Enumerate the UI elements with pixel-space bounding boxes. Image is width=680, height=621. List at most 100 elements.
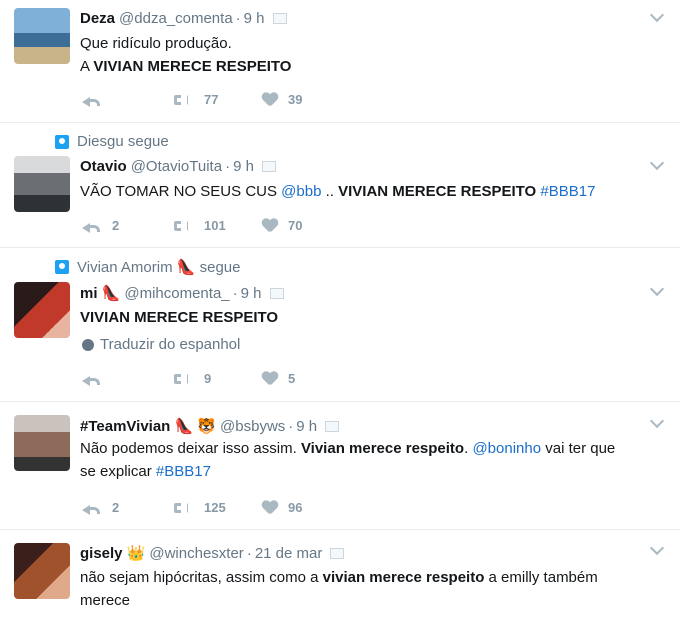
like-button[interactable]: 96 — [262, 500, 352, 515]
translate-link[interactable]: Traduzir do espanhol — [82, 336, 240, 353]
reply-icon — [82, 94, 102, 107]
mention-link[interactable]: @bbb — [281, 183, 321, 200]
retweet-count: 125 — [204, 500, 226, 515]
avatar[interactable] — [14, 543, 70, 599]
user-follow-icon — [55, 134, 69, 149]
tweet-text: Que ridículo produção. A VIVIAN MERECE R… — [80, 32, 670, 78]
tweet-line: Que ridículo produção. — [80, 35, 232, 52]
reply-count: 2 — [112, 218, 120, 233]
retweet-button[interactable]: 77 — [172, 92, 262, 107]
tweet-time[interactable]: 21 de mar — [255, 545, 323, 562]
user-handle[interactable]: @bsbyws — [220, 418, 285, 435]
avatar[interactable] — [14, 415, 70, 471]
tweet-text: não sejam hipócritas, assim como a vivia… — [80, 566, 670, 612]
media-icon — [330, 547, 345, 559]
heart-icon — [262, 93, 278, 107]
tweet[interactable]: Deza @ddza_comenta · 9 h Que ridículo pr… — [0, 0, 680, 123]
tweet-text-part: vai ter que — [541, 440, 616, 457]
bold-text: Vivian merece respeito — [300, 440, 465, 457]
tweet[interactable]: #TeamVivian 👠 🐯 @bsbyws · 9 h Não podemo… — [0, 402, 680, 530]
avatar[interactable] — [14, 282, 70, 338]
user-name[interactable]: Deza — [80, 10, 115, 27]
reply-button[interactable]: 2 — [82, 218, 172, 233]
tweet-line: Não podemos deixar isso assim. Vivian me… — [80, 437, 670, 460]
chevron-down-icon[interactable] — [649, 281, 665, 297]
retweet-icon — [172, 92, 194, 107]
retweet-icon — [172, 500, 194, 515]
retweet-button[interactable]: 101 — [172, 218, 262, 233]
tweet[interactable]: Vivian Amorim 👠 segue mi 👠 @mihcomenta_ … — [0, 248, 680, 402]
media-icon — [261, 161, 276, 172]
reply-icon — [82, 373, 102, 386]
tweet-text-part: VÃO TOMAR NO SEUS CUS — [80, 183, 282, 200]
avatar[interactable] — [14, 156, 70, 212]
separator-dot: · — [232, 284, 238, 302]
like-button[interactable]: 5 — [262, 371, 352, 386]
like-count: 96 — [288, 500, 303, 515]
tweet-text: VIVIAN MERECE RESPEITO — [80, 306, 670, 329]
tweet[interactable]: gisely 👑 @winchesxter · 21 de mar não se… — [0, 530, 680, 621]
tweet-text-part: não sejam hipócritas, assim como a — [80, 569, 323, 586]
bold-text: vivian merece respeito — [322, 569, 485, 586]
chevron-down-icon[interactable] — [649, 155, 665, 171]
chevron-down-icon[interactable] — [649, 413, 665, 429]
tweet-line: merece — [80, 592, 131, 609]
tweet-text-part: Não podemos deixar isso assim. — [80, 440, 301, 457]
tweet-line: A VIVIAN MERECE RESPEITO — [80, 55, 670, 78]
like-button[interactable]: 70 — [262, 218, 352, 233]
reply-button[interactable] — [82, 371, 172, 386]
tweet-text: VÃO TOMAR NO SEUS CUS @bbb .. VIVIAN MER… — [80, 180, 670, 203]
like-count: 70 — [288, 218, 303, 233]
media-icon — [269, 287, 284, 299]
reply-button[interactable] — [82, 92, 172, 107]
separator-dot: · — [235, 10, 241, 27]
translate-text[interactable]: Traduzir do espanhol — [100, 336, 240, 353]
user-handle[interactable]: @OtavioTuita — [131, 158, 222, 175]
like-count: 39 — [288, 92, 303, 107]
user-handle[interactable]: @winchesxter — [149, 545, 243, 562]
social-context: Vivian Amorim 👠 segue — [55, 258, 241, 276]
mention-link[interactable]: @boninho — [472, 440, 541, 457]
avatar[interactable] — [14, 8, 70, 64]
hashtag-link[interactable]: #BBB17 — [540, 183, 595, 200]
social-context: Diesgu segue — [55, 133, 169, 150]
tweet-time[interactable]: 9 h — [241, 285, 262, 302]
tweet[interactable]: Diesgu segue Otavio @OtavioTuita · 9 h V… — [0, 123, 680, 248]
user-handle[interactable]: @mihcomenta_ — [124, 285, 229, 302]
tweet-line: não sejam hipócritas, assim como a vivia… — [80, 566, 670, 589]
user-name[interactable]: Otavio — [80, 158, 127, 175]
reply-icon — [82, 502, 102, 515]
retweet-button[interactable]: 125 — [172, 500, 262, 515]
hashtag-link[interactable]: #BBB17 — [156, 463, 211, 480]
heart-icon — [262, 219, 278, 233]
like-button[interactable]: 39 — [262, 92, 352, 107]
separator-dot: · — [225, 158, 231, 175]
chevron-down-icon[interactable] — [649, 7, 665, 23]
user-follow-icon — [55, 260, 69, 274]
bold-text: VIVIAN MERECE RESPEITO — [338, 183, 537, 200]
tweet-time[interactable]: 9 h — [244, 10, 265, 27]
reply-button[interactable]: 2 — [82, 500, 172, 515]
tweet-time[interactable]: 9 h — [296, 418, 317, 435]
tweet-time[interactable]: 9 h — [233, 158, 254, 175]
media-icon — [272, 13, 287, 24]
user-name[interactable]: mi 👠 — [80, 284, 120, 302]
tweet-text-part: se explicar — [80, 463, 156, 480]
retweet-count: 101 — [204, 218, 226, 233]
retweet-button[interactable]: 9 — [172, 371, 262, 386]
retweet-icon — [172, 371, 194, 386]
reply-icon — [82, 220, 102, 233]
social-context-text: Vivian Amorim 👠 segue — [77, 259, 241, 276]
user-name[interactable]: #TeamVivian 👠 🐯 — [80, 417, 216, 435]
chevron-down-icon[interactable] — [649, 540, 665, 556]
retweet-icon — [172, 218, 194, 233]
media-icon — [325, 420, 340, 432]
reply-count: 2 — [112, 500, 120, 515]
bold-text: VIVIAN MERECE RESPEITO — [80, 309, 279, 326]
user-name[interactable]: gisely 👑 — [80, 544, 145, 562]
tweet-text-part: a emilly também — [484, 569, 598, 586]
heart-icon — [262, 372, 278, 386]
user-handle[interactable]: @ddza_comenta — [119, 10, 233, 27]
separator-dot: · — [246, 544, 252, 562]
tweet-text: Não podemos deixar isso assim. Vivian me… — [80, 437, 670, 483]
